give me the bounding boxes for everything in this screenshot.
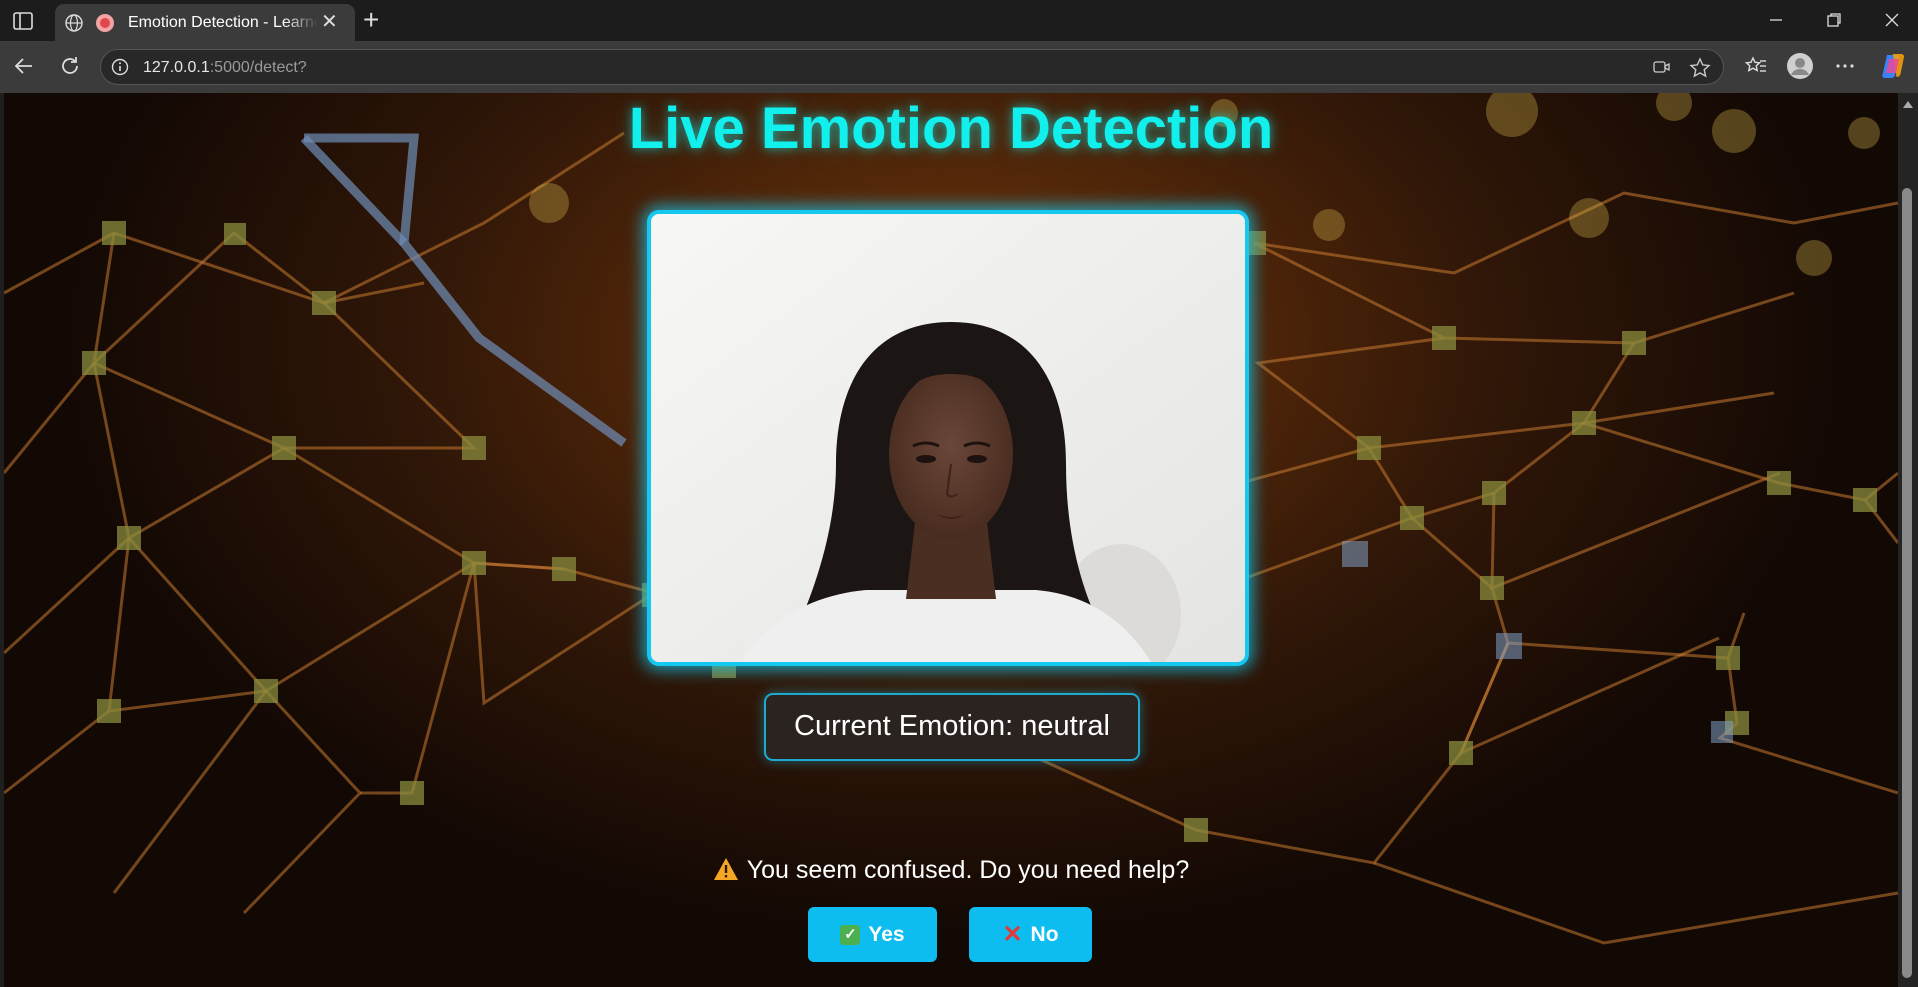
url-text: 127.0.0.1:5000/detect? (143, 59, 307, 77)
new-tab-button[interactable]: + (363, 6, 379, 34)
url-path: :5000/detect? (209, 59, 307, 76)
profile-avatar-icon[interactable] (1786, 52, 1814, 80)
help-prompt-text: You seem confused. Do you need help? (746, 856, 1190, 884)
browser-toolbar: 127.0.0.1:5000/detect? (0, 41, 1918, 93)
sidebar-toggle-icon[interactable] (12, 10, 34, 32)
webcam-feed (647, 210, 1249, 666)
back-arrow-icon[interactable] (12, 53, 38, 79)
tab-title: Emotion Detection - Learnora (128, 14, 318, 31)
check-mark-icon: ✓ (840, 924, 861, 945)
scrollbar-thumb[interactable] (1902, 188, 1912, 978)
current-emotion-label: Current Emotion: neutral (764, 693, 1140, 761)
site-info-icon[interactable] (111, 58, 129, 76)
globe-icon (65, 14, 83, 32)
page-scrollbar[interactable] (1898, 93, 1918, 987)
help-prompt: You seem confused. Do you need help? (4, 856, 1898, 885)
page-title: Live Emotion Detection (628, 96, 1274, 161)
yes-button[interactable]: ✓ Yes (808, 907, 937, 962)
cross-mark-icon: ✕ (1002, 920, 1023, 948)
browser-tab[interactable]: Emotion Detection - Learnora ✕ (55, 4, 355, 41)
restore-icon[interactable] (1826, 12, 1842, 28)
favorite-star-icon[interactable] (1689, 57, 1711, 79)
url-host: 127.0.0.1 (143, 59, 210, 76)
favorites-list-icon[interactable] (1743, 53, 1769, 79)
more-options-icon[interactable] (1832, 53, 1858, 79)
no-button-label: No (1030, 922, 1059, 946)
browser-tab-bar: Emotion Detection - Learnora ✕ + (0, 0, 1918, 41)
minimize-icon[interactable] (1768, 12, 1784, 28)
yes-button-label: Yes (868, 922, 905, 946)
recording-indicator-icon (96, 14, 114, 32)
reload-icon[interactable] (57, 53, 83, 79)
copilot-icon[interactable] (1879, 51, 1909, 81)
scroll-up-arrow-icon[interactable] (1903, 101, 1913, 108)
window-close-icon[interactable] (1884, 12, 1900, 28)
warning-icon (713, 858, 738, 880)
webcam-video-frame (651, 214, 1245, 662)
no-button[interactable]: ✕ No (969, 907, 1092, 962)
page-viewport: Live Emotion Detection Current Emotion: … (4, 93, 1898, 987)
tab-close-icon[interactable]: ✕ (321, 12, 338, 32)
address-bar[interactable]: 127.0.0.1:5000/detect? (100, 49, 1724, 85)
camera-in-use-icon[interactable] (1653, 59, 1671, 75)
